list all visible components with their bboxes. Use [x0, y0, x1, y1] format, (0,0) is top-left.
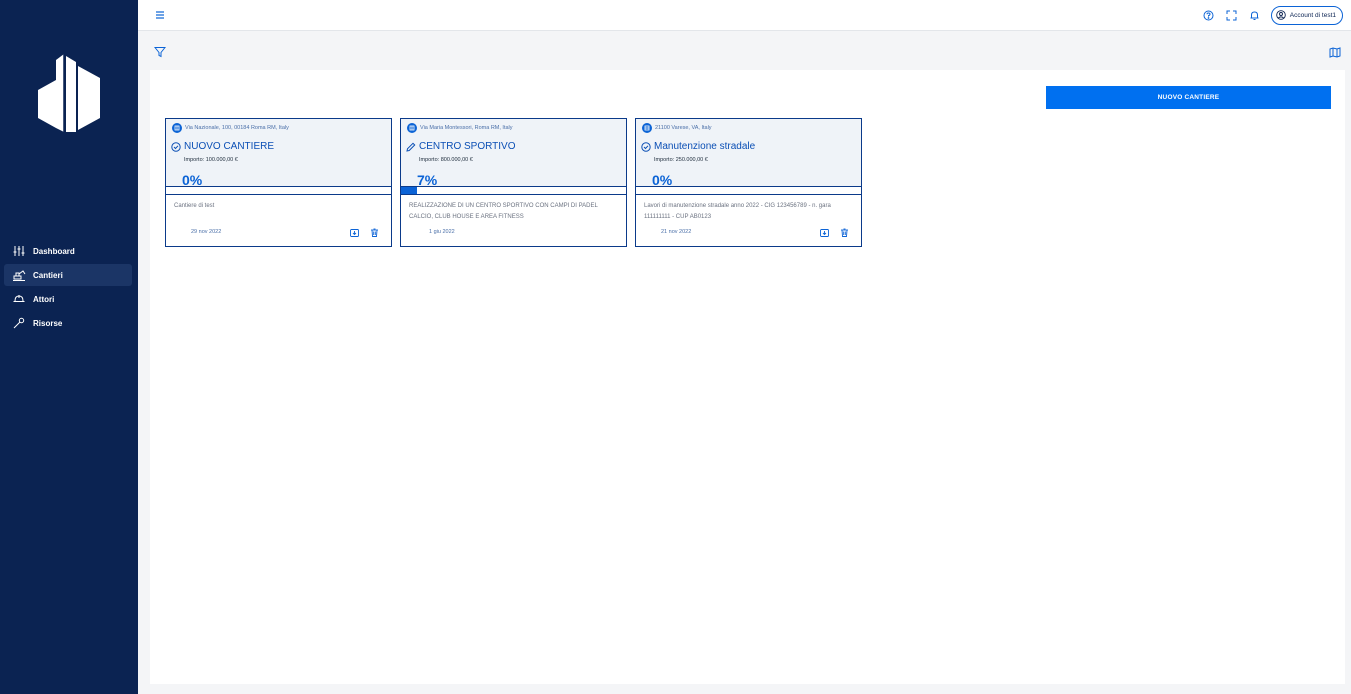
- progress-bar: [401, 186, 626, 195]
- sidebar-item-label: Dashboard: [33, 246, 75, 256]
- address-text: 21100 Varese, VA, Italy: [655, 125, 712, 131]
- pencil-icon: [405, 141, 416, 152]
- bell-icon[interactable]: [1248, 9, 1262, 23]
- location-pin-icon: [172, 123, 182, 133]
- hardhat-icon: [12, 292, 26, 306]
- hamburger-menu-icon[interactable]: [153, 9, 167, 21]
- progress-bar: [166, 186, 391, 195]
- card-title: NUOVO CANTIERE: [184, 141, 275, 152]
- card-actions: [809, 227, 849, 237]
- cantiere-card[interactable]: Via Maria Montessori, Roma RM, Italy CEN…: [400, 118, 627, 247]
- sidebar-item-risorse[interactable]: Risorse: [4, 312, 132, 334]
- check-circle-icon: [170, 141, 181, 152]
- progress-fill: [401, 187, 417, 194]
- filter-icon[interactable]: [154, 46, 166, 58]
- topbar-actions: Account di test1: [1202, 6, 1343, 25]
- building-icon: [642, 123, 652, 133]
- card-description: Cantiere di test: [174, 203, 215, 209]
- account-label: Account di test1: [1289, 12, 1336, 19]
- company-logo: [38, 54, 100, 132]
- map-icon[interactable]: [1329, 47, 1341, 58]
- progress-bar: [636, 186, 861, 195]
- card-address: 21100 Varese, VA, Italy: [642, 123, 712, 133]
- cantiere-card[interactable]: 21100 Varese, VA, Italy Manutenzione str…: [635, 118, 862, 247]
- card-address: Via Nazionale, 100, 00184 Roma RM, Italy: [172, 123, 289, 133]
- card-importo: Importo: 100.000,00 €: [184, 157, 238, 163]
- card-header: Via Maria Montessori, Roma RM, Italy CEN…: [401, 119, 626, 188]
- main-panel: NUOVO CANTIERE Via Nazionale, 100, 00184…: [150, 70, 1345, 684]
- card-header: Via Nazionale, 100, 00184 Roma RM, Italy…: [166, 119, 391, 188]
- location-pin-icon: [407, 123, 417, 133]
- sidebar-item-label: Risorse: [33, 318, 63, 328]
- card-description: Lavori di manutenzione stradale anno 202…: [644, 203, 831, 220]
- card-date: 29 nov 2022: [191, 229, 222, 235]
- user-circle-icon: [1275, 7, 1286, 25]
- card-importo: Importo: 250.000,00 €: [654, 157, 708, 163]
- new-cantiere-button[interactable]: NUOVO CANTIERE: [1046, 86, 1331, 109]
- trash-icon[interactable]: [839, 227, 849, 237]
- fullscreen-icon[interactable]: [1225, 9, 1239, 23]
- card-title-row: Manutenzione stradale: [640, 141, 755, 152]
- address-text: Via Maria Montessori, Roma RM, Italy: [420, 125, 513, 131]
- card-actions: [339, 227, 379, 237]
- card-title: Manutenzione stradale: [654, 141, 756, 152]
- card-title-row: CENTRO SPORTIVO: [405, 141, 516, 152]
- card-description: REALIZZAZIONE DI UN CENTRO SPORTIVO CON …: [409, 203, 598, 220]
- sidebar-nav: Dashboard Cantieri Attori Risorse: [4, 240, 132, 336]
- sidebar: Dashboard Cantieri Attori Risorse: [0, 0, 138, 694]
- excavator-icon: [12, 268, 26, 282]
- sidebar-item-cantieri[interactable]: Cantieri: [4, 264, 132, 286]
- archive-icon[interactable]: [819, 227, 829, 237]
- archive-icon[interactable]: [349, 227, 359, 237]
- card-address: Via Maria Montessori, Roma RM, Italy: [407, 123, 513, 133]
- card-title: CENTRO SPORTIVO: [419, 141, 516, 152]
- wrench-icon: [12, 316, 26, 330]
- cantiere-card[interactable]: Via Nazionale, 100, 00184 Roma RM, Italy…: [165, 118, 392, 247]
- card-date: 21 nov 2022: [661, 229, 692, 235]
- sidebar-item-label: Attori: [33, 294, 55, 304]
- sidebar-item-attori[interactable]: Attori: [4, 288, 132, 310]
- card-date: 1 giu 2022: [429, 229, 455, 235]
- topbar: Account di test1: [138, 0, 1351, 31]
- address-text: Via Nazionale, 100, 00184 Roma RM, Italy: [185, 125, 289, 131]
- sidebar-item-label: Cantieri: [33, 270, 63, 280]
- card-header: 21100 Varese, VA, Italy Manutenzione str…: [636, 119, 861, 188]
- help-icon[interactable]: [1202, 9, 1216, 23]
- card-title-row: NUOVO CANTIERE: [170, 141, 274, 152]
- sliders-icon: [12, 244, 26, 258]
- sidebar-item-dashboard[interactable]: Dashboard: [4, 240, 132, 262]
- trash-icon[interactable]: [369, 227, 379, 237]
- card-importo: Importo: 800.000,00 €: [419, 157, 473, 163]
- account-button[interactable]: Account di test1: [1270, 6, 1343, 25]
- check-circle-icon: [640, 141, 651, 152]
